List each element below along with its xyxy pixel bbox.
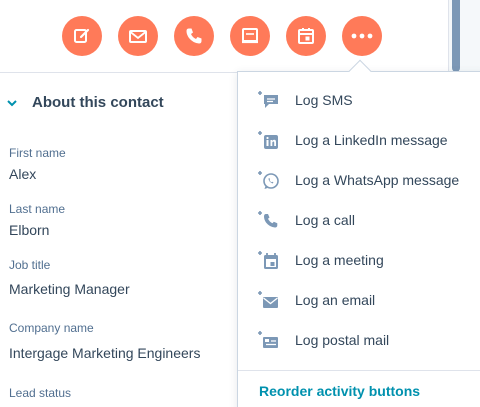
linkedin-icon xyxy=(258,131,278,149)
menu-item-label: Log a WhatsApp message xyxy=(295,172,460,188)
last-name-label: Last name xyxy=(9,202,66,216)
task-icon xyxy=(242,28,258,44)
menu-item-log-whatsapp[interactable]: Log a WhatsApp message xyxy=(238,160,480,200)
more-button[interactable] xyxy=(342,16,382,56)
email-icon xyxy=(258,291,278,308)
meeting-icon xyxy=(298,28,314,44)
menu-item-label: Log a call xyxy=(295,212,355,228)
meeting-button[interactable] xyxy=(286,16,326,56)
phone-icon xyxy=(186,28,202,44)
first-name-value[interactable]: Alex xyxy=(9,166,36,182)
activity-action-bar xyxy=(0,0,448,70)
task-button[interactable] xyxy=(230,16,270,56)
job-title-value[interactable]: Marketing Manager xyxy=(9,281,130,297)
note-button[interactable] xyxy=(62,16,102,56)
more-icon xyxy=(351,33,373,39)
menu-item-label: Log postal mail xyxy=(295,332,390,348)
menu-item-log-email[interactable]: Log an email xyxy=(238,280,480,320)
note-icon xyxy=(74,28,90,43)
sms-icon xyxy=(258,91,278,108)
section-title: About this contact xyxy=(32,94,164,111)
last-name-value[interactable]: Elborn xyxy=(9,222,49,238)
lead-status-label: Lead status xyxy=(9,386,72,400)
reorder-activity-buttons-link[interactable]: Reorder activity buttons xyxy=(259,383,420,399)
menu-item-label: Log SMS xyxy=(295,92,353,108)
menu-divider xyxy=(238,370,480,371)
about-section-header[interactable]: About this contact xyxy=(6,94,164,111)
scrollbar-thumb[interactable] xyxy=(452,0,460,72)
menu-item-log-linkedin[interactable]: Log a LinkedIn message xyxy=(238,120,480,160)
email-icon xyxy=(129,30,147,43)
chevron-down-icon xyxy=(7,99,17,106)
menu-item-label: Log an email xyxy=(295,292,376,308)
job-title-label: Job title xyxy=(9,258,51,272)
call-button[interactable] xyxy=(174,16,214,56)
whatsapp-icon xyxy=(258,171,279,189)
postal-mail-icon xyxy=(258,331,278,348)
menu-item-log-sms[interactable]: Log SMS xyxy=(238,80,480,120)
meeting-icon xyxy=(258,251,278,269)
company-name-label: Company name xyxy=(9,321,94,335)
menu-item-log-meeting[interactable]: Log a meeting xyxy=(238,240,480,280)
menu-item-label: Log a LinkedIn message xyxy=(295,132,448,148)
menu-item-log-call[interactable]: Log a call xyxy=(238,200,480,240)
menu-item-log-postal-mail[interactable]: Log postal mail xyxy=(238,320,480,360)
phone-icon xyxy=(258,211,278,228)
company-name-value[interactable]: Intergage Marketing Engineers xyxy=(9,345,200,361)
log-activity-dropdown: Log SMS Log a LinkedIn message Log a Wha… xyxy=(237,71,480,407)
section-divider xyxy=(0,72,240,73)
menu-item-label: Log a meeting xyxy=(295,252,384,268)
first-name-label: First name xyxy=(9,146,66,160)
email-button[interactable] xyxy=(118,16,158,56)
